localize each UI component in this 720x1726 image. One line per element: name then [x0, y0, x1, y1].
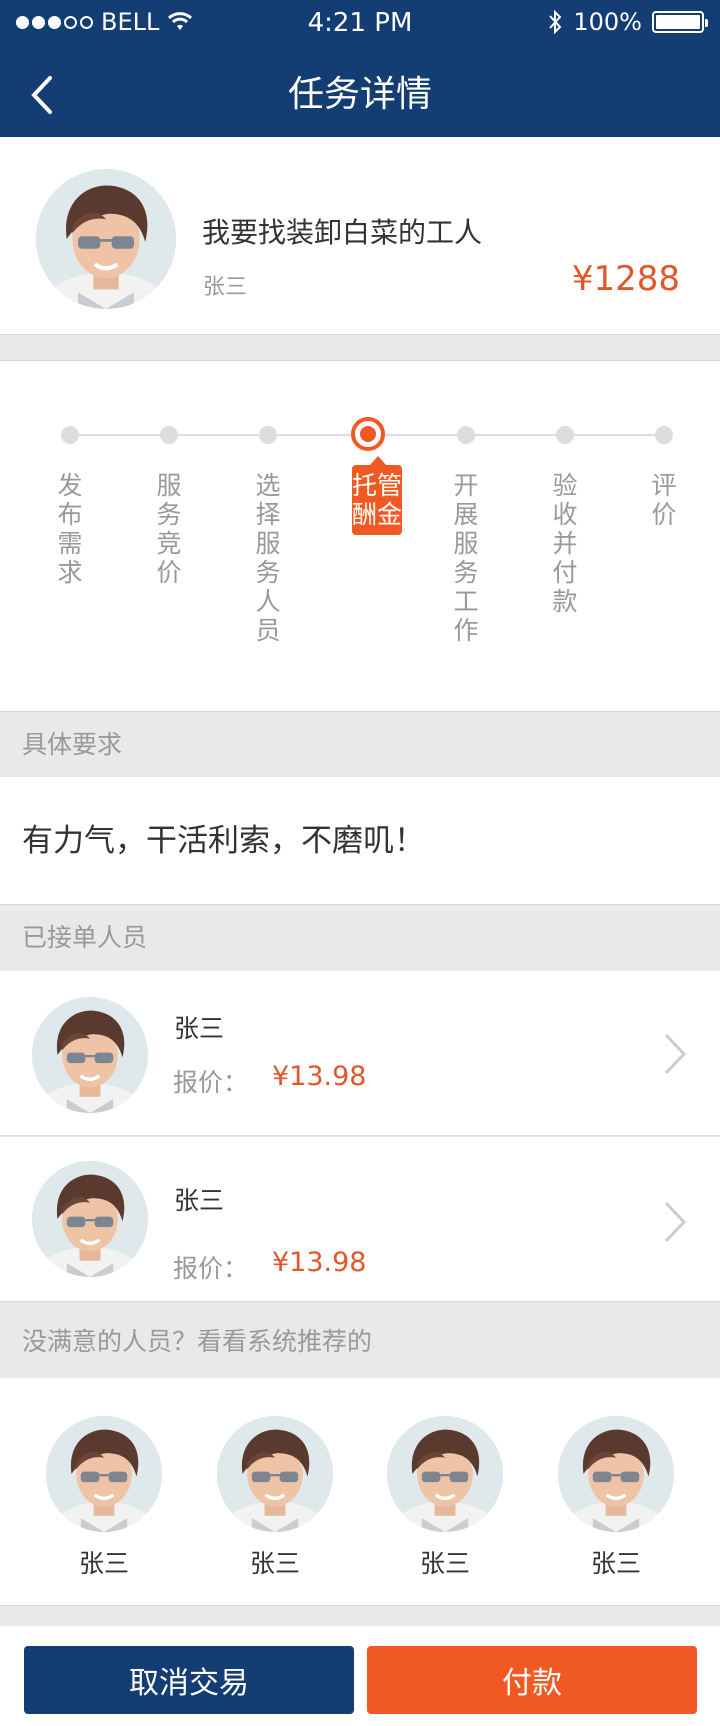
avatar — [36, 169, 176, 309]
quote-label: 报价： — [173, 1068, 249, 1097]
recommended-name: 张三 — [590, 1549, 641, 1578]
requirements-text: 有力气，干活利索，不磨叽！ — [0, 777, 720, 905]
progress-tracker: 发布需求 服务竞价 选择服务人员 托管酬金 开展服务工作 验收并付款 评价 — [0, 360, 720, 712]
step-dot — [655, 426, 673, 444]
recommended-name: 张三 — [419, 1549, 470, 1578]
progress-step: 发布需求 — [40, 361, 100, 713]
avatar — [32, 997, 148, 1113]
worker-row[interactable]: 张三 报价： ¥13.98 — [0, 1137, 720, 1302]
step-dot — [457, 426, 475, 444]
step-label: 开展服务工作 — [453, 471, 479, 645]
quote-value: ¥13.98 — [272, 1247, 367, 1278]
step-label: 评价 — [651, 471, 677, 529]
accepted-header: 已接单人员 — [0, 906, 720, 970]
recommended-person[interactable]: 张三 — [215, 1416, 335, 1586]
battery-percent: 100% — [573, 8, 642, 36]
step-dot — [556, 426, 574, 444]
step-label: 服务竞价 — [156, 471, 182, 587]
recommend-list: 张三 张三 张三 张三 — [0, 1378, 720, 1606]
avatar — [217, 1416, 333, 1532]
status-right: 100% — [547, 8, 708, 36]
avatar — [46, 1416, 162, 1532]
current-step-label: 托管酬金 — [352, 456, 402, 535]
recommended-person[interactable]: 张三 — [556, 1416, 676, 1586]
action-bar: 取消交易 付款 — [0, 1626, 720, 1726]
recommend-header: 没满意的人员？看看系统推荐的 — [0, 1306, 720, 1378]
step-label: 发布需求 — [57, 471, 83, 587]
bluetooth-icon — [549, 9, 562, 35]
step-dot — [160, 426, 178, 444]
cancel-trade-button[interactable]: 取消交易 — [24, 1646, 354, 1714]
task-price: ¥1288 — [571, 259, 680, 299]
worker-name: 张三 — [174, 1014, 225, 1043]
requirements-header: 具体要求 — [0, 713, 720, 777]
recommended-name: 张三 — [78, 1549, 129, 1578]
app-header: BELL 4:21 PM 100% 任务详情 — [0, 0, 720, 137]
step-dot — [61, 426, 79, 444]
step-label: 验收并付款 — [552, 471, 578, 616]
recommended-person[interactable]: 张三 — [385, 1416, 505, 1586]
progress-step: 服务竞价 — [139, 361, 199, 713]
worker-name: 张三 — [174, 1186, 225, 1215]
battery-icon — [652, 11, 708, 33]
progress-step: 选择服务人员 — [238, 361, 298, 713]
chevron-right-icon — [664, 1033, 687, 1075]
recommended-person[interactable]: 张三 — [44, 1416, 164, 1586]
progress-step: 开展服务工作 — [436, 361, 496, 713]
progress-step: 验收并付款 — [535, 361, 595, 713]
quote-label: 报价： — [173, 1254, 249, 1283]
progress-step-current: 托管酬金 — [337, 361, 402, 713]
quote-value: ¥13.98 — [272, 1061, 367, 1092]
current-step-dot — [351, 417, 385, 451]
avatar — [558, 1416, 674, 1532]
worker-row[interactable]: 张三 报价： ¥13.98 — [0, 971, 720, 1136]
page-title: 任务详情 — [287, 74, 432, 115]
recommended-name: 张三 — [249, 1549, 300, 1578]
status-bar: BELL 4:21 PM 100% — [0, 0, 720, 46]
avatar — [32, 1161, 148, 1277]
step-label: 选择服务人员 — [255, 471, 281, 645]
step-dot — [259, 426, 277, 444]
chevron-right-icon — [664, 1201, 687, 1243]
task-owner: 张三 — [203, 275, 248, 300]
pay-button[interactable]: 付款 — [367, 1646, 697, 1714]
avatar — [387, 1416, 503, 1532]
progress-step: 评价 — [634, 361, 694, 713]
task-title: 我要找装卸白菜的工人 — [202, 216, 483, 249]
task-card: 我要找装卸白菜的工人 张三 ¥1288 — [0, 137, 720, 335]
